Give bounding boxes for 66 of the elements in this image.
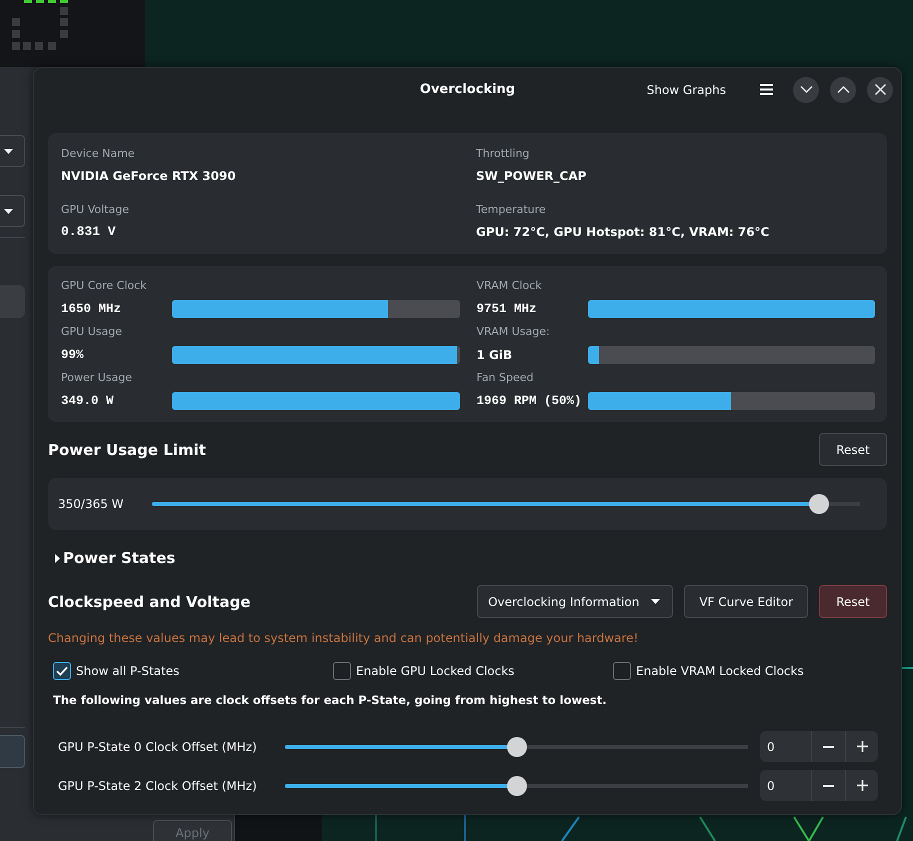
caret-down-icon [651,599,660,604]
increment-button[interactable] [845,770,878,801]
dropdown[interactable] [0,195,25,227]
checkbox-label[interactable]: Enable GPU Locked Clocks [356,663,514,679]
stat-value: 99% [61,347,85,363]
field-label: GPU Voltage [61,202,130,218]
field-label: Throttling [476,146,530,162]
dropdown[interactable]: Overclocking Information [477,585,674,618]
power-states-expander[interactable]: Power States [48,546,176,570]
field-value: NVIDIA GeForce RTX 3090 [61,168,237,184]
power-limit-reading: 350/365 W [58,497,125,511]
checkbox[interactable] [53,662,71,680]
checkbox-label[interactable]: Show all P-States [76,663,180,679]
stat-label: Power Usage [61,370,134,386]
maximize-button[interactable] [830,76,856,102]
plus-icon [856,741,868,752]
minus-icon [823,746,834,748]
stat-label: VRAM Clock [476,278,543,294]
stat-value: 349.0 W [61,393,115,409]
pixel-squares-drawing [12,0,69,51]
field-value: 0.831 V [61,224,117,240]
offset-input[interactable]: 0 [760,770,811,801]
warning-text: Changing these values may lead to system instability and can potentially damage your hardware! [48,630,640,646]
reset-button[interactable]: Reset [819,585,887,618]
section-heading: Power Usage Limit [48,440,206,458]
plus-icon [856,780,868,791]
stat-label: GPU Core Clock [61,278,148,294]
info-text: The following values are clock offsets for each P-State, going from highest to lowest. [52,692,608,708]
minus-icon [823,784,834,786]
slider-handle[interactable] [506,776,526,796]
reset-button[interactable]: Reset [819,433,887,466]
stat-value: 1969 RPM (50%) [476,393,583,409]
stat-label: GPU Usage [61,324,123,340]
show-graphs-button[interactable]: Show Graphs [640,78,732,100]
editor-button[interactable]: VF Curve Editor [684,585,808,618]
slider-handle[interactable] [809,494,830,514]
slider-label: GPU P-State 0 Clock Offset (MHz) [58,740,258,754]
checkbox-label[interactable]: Enable VRAM Locked Clocks [636,663,804,679]
caret-down-icon [4,148,13,154]
stat-value: 1 GiB [476,347,514,363]
minimize-button[interactable] [793,76,819,102]
slider-label: GPU P-State 2 Clock Offset (MHz) [58,778,258,792]
increment-button[interactable] [845,731,878,762]
dropdown[interactable] [0,135,25,167]
caret-down-icon [4,208,13,214]
close-button[interactable] [867,76,893,102]
stat-value: 1650 MHz [61,301,122,317]
field-label: Temperature [476,202,547,218]
field-label: Device Name [61,146,136,162]
window-title: Overclocking [420,82,516,97]
menu-icon[interactable] [760,84,773,95]
stat-label: VRAM Usage: [476,324,551,340]
field-value: SW_POWER_CAP [476,168,588,184]
decrement-button[interactable] [811,731,845,762]
field-value: GPU: 72°C, GPU Hotspot: 81°C, VRAM: 76°C [476,224,770,240]
stat-value: 9751 MHz [476,301,538,317]
offset-input[interactable]: 0 [760,731,811,762]
checkbox[interactable] [613,662,631,680]
decrement-button[interactable] [811,770,845,801]
slider-handle[interactable] [506,736,526,756]
stat-label: Fan Speed [476,370,535,386]
checkmark-icon [56,666,68,676]
section-heading: Clockspeed and Voltage [48,592,250,610]
checkbox[interactable] [333,662,351,680]
close-icon [874,83,886,96]
wallpaper-line-drawing [902,666,913,670]
